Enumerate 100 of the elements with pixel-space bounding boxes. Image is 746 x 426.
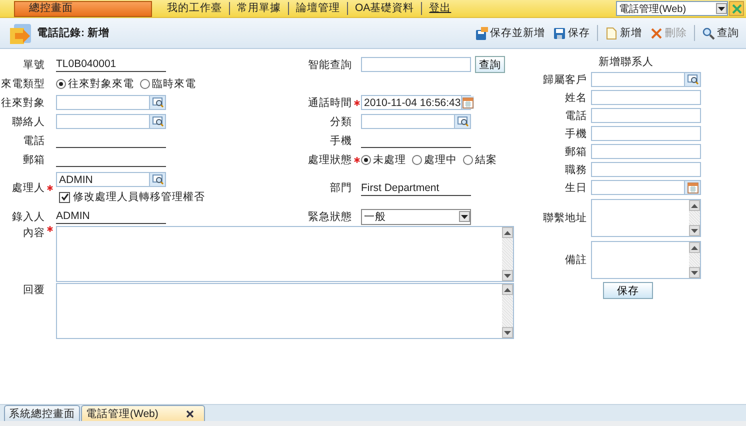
radio-label: 結案 — [475, 152, 497, 166]
scroll-down-icon[interactable] — [691, 228, 698, 232]
input-field[interactable] — [591, 90, 701, 105]
calendar-icon — [462, 96, 474, 108]
field-label: 電話 — [564, 108, 587, 122]
scroll-down-icon[interactable] — [504, 274, 511, 278]
field-label: 手機 — [330, 134, 352, 148]
toolbar-button[interactable]: 新增 — [602, 26, 645, 40]
scrollbar[interactable] — [689, 242, 700, 278]
scroll-up-icon[interactable] — [691, 204, 698, 208]
scroll-up-icon[interactable] — [691, 246, 698, 250]
field-label: 聯絡人 — [12, 114, 45, 128]
input-field[interactable] — [591, 126, 701, 141]
lookup-button[interactable] — [149, 96, 165, 109]
radio-button[interactable] — [463, 154, 473, 164]
field-label: 郵箱 — [23, 152, 45, 166]
save-button[interactable]: 保存 — [603, 282, 653, 299]
toolbar-button[interactable]: 保存並新增 — [472, 26, 548, 40]
field-label: 往來對象 — [1, 96, 45, 110]
lookup-field[interactable] — [56, 114, 166, 129]
scroll-down-icon[interactable] — [504, 330, 511, 334]
radio-label: 未處理 — [373, 152, 406, 166]
field-value: ADMIN — [56, 209, 166, 224]
field-label: 歸屬客戶 — [542, 72, 587, 86]
search-button[interactable]: 查詢 — [475, 56, 505, 73]
lookup-field[interactable] — [56, 95, 166, 110]
field-label: 錄入人 — [12, 210, 45, 224]
input-field[interactable] — [591, 144, 701, 159]
search-field[interactable] — [361, 57, 471, 72]
field-label: 備註 — [564, 253, 587, 267]
field-value: TL0B040001 — [56, 57, 166, 72]
search-icon — [456, 116, 468, 127]
dropdown[interactable]: 一般 — [361, 208, 471, 224]
radio-label: 臨時來電 — [152, 76, 196, 90]
nav-tab[interactable]: OA基礎資料 — [347, 2, 422, 15]
delete-icon — [650, 26, 663, 40]
module-dropdown[interactable]: 電話管理(Web) — [616, 1, 728, 16]
field-value: First Department — [361, 180, 471, 196]
input-field[interactable] — [591, 108, 701, 123]
toolbar-button[interactable]: 查詢 — [699, 26, 742, 40]
scroll-up-icon[interactable] — [504, 288, 511, 292]
field-label: 電話 — [23, 134, 45, 148]
nav-tab[interactable]: 論壇管理 — [288, 2, 347, 15]
nav-tab[interactable]: 常用單據 — [229, 2, 288, 15]
search-icon — [686, 74, 698, 85]
toolbar-button[interactable]: 保存 — [550, 26, 593, 40]
logout-link[interactable]: 登出 — [421, 2, 458, 15]
field-label: 部門 — [330, 181, 352, 195]
lookup-button[interactable] — [149, 115, 165, 128]
field-label: 姓名 — [564, 90, 587, 104]
lookup-button[interactable] — [454, 115, 470, 128]
lookup-field[interactable] — [361, 114, 471, 129]
new-document-icon — [605, 26, 618, 40]
calendar-button[interactable] — [460, 96, 474, 109]
field-label: 來電類型 — [1, 76, 45, 90]
radio-button[interactable] — [361, 154, 371, 164]
radio-button[interactable] — [56, 78, 66, 88]
field-label: 通話時間 — [308, 96, 352, 110]
scroll-down-icon[interactable] — [691, 270, 698, 274]
scroll-up-icon[interactable] — [504, 230, 511, 234]
dropdown-arrow-icon — [718, 6, 725, 10]
checkbox-label: 修改處理人員轉移管理權否 — [73, 190, 205, 204]
lookup-field[interactable]: ADMIN — [56, 172, 166, 187]
window-tab[interactable]: 系統總控畫面 — [4, 405, 80, 421]
calendar-button[interactable] — [684, 181, 700, 194]
nav-tab[interactable]: 總控畫面 — [14, 0, 152, 16]
field-label: 智能查詢 — [308, 58, 352, 72]
field-label: 生日 — [564, 180, 587, 194]
nav-tab[interactable]: 我的工作臺 — [160, 2, 229, 15]
lookup-field[interactable] — [591, 72, 701, 87]
dropdown-arrow-icon — [461, 214, 468, 218]
scrollbar[interactable] — [502, 227, 513, 281]
radio-label: 往來對象來電 — [68, 76, 134, 90]
radio-button[interactable] — [412, 154, 422, 164]
save-icon — [475, 26, 488, 40]
date-field[interactable] — [591, 180, 701, 195]
field-label: 郵箱 — [564, 144, 587, 158]
page-title: 電話記錄: 新增 — [37, 26, 110, 40]
radio-label: 處理中 — [424, 152, 457, 166]
date-field[interactable]: 2010-11-04 16:56:43 — [361, 95, 471, 110]
calendar-icon — [686, 182, 698, 194]
search-icon — [702, 26, 715, 40]
radio-button[interactable] — [140, 78, 150, 88]
close-icon — [732, 4, 742, 14]
window-tab[interactable]: 電話管理(Web) — [81, 405, 205, 421]
scrollbar[interactable] — [689, 200, 700, 236]
checkbox[interactable] — [59, 192, 70, 202]
scrollbar[interactable] — [502, 284, 513, 338]
lookup-button[interactable] — [684, 73, 700, 86]
field-label: 處理狀態 — [308, 152, 352, 166]
lookup-button[interactable] — [149, 173, 165, 186]
field-label: 緊急狀態 — [308, 210, 352, 224]
field-label: 內容 — [23, 226, 45, 240]
field-label: 單號 — [23, 58, 45, 72]
search-icon — [152, 174, 164, 185]
field-label: 分類 — [330, 114, 352, 128]
field-label: 回覆 — [23, 283, 45, 297]
input-field[interactable] — [591, 162, 701, 177]
close-icon[interactable] — [186, 410, 194, 418]
save-icon — [553, 26, 566, 40]
